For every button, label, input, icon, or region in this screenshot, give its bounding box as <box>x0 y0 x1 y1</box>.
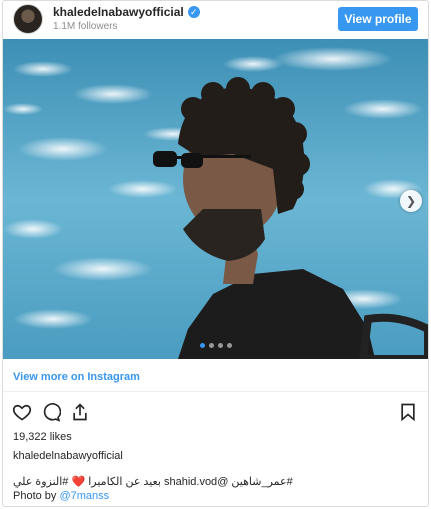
view-profile-button[interactable]: View profile <box>338 7 418 31</box>
caption-text: #عمر_شاهين @shahid.vod بعيد عن الكاميرا … <box>13 476 293 488</box>
post-header: khaledelnabawyofficial ✓ 1.1M followers … <box>3 1 428 39</box>
carousel-next-chevron-right-icon[interactable]: ❯ <box>400 190 422 212</box>
likes-count[interactable]: 19,322 likes <box>13 431 72 443</box>
username[interactable]: khaledelnabawyofficial <box>53 5 184 19</box>
photo-credit: Photo by @7manss <box>13 490 109 502</box>
share-icon[interactable] <box>70 402 90 422</box>
verified-badge-icon: ✓ <box>187 6 200 18</box>
username-row[interactable]: khaledelnabawyofficial ✓ <box>53 5 200 19</box>
photo-credit-handle[interactable]: @7manss <box>59 490 109 502</box>
divider <box>3 391 428 392</box>
comment-icon[interactable] <box>41 402 61 422</box>
post-photo[interactable] <box>3 39 428 359</box>
photo-credit-prefix: Photo by <box>13 490 57 502</box>
carousel-dot <box>208 343 214 348</box>
action-bar <box>12 402 90 422</box>
bookmark-icon[interactable] <box>398 402 418 422</box>
carousel-dot <box>226 343 232 348</box>
carousel-dot <box>199 343 205 348</box>
avatar[interactable] <box>13 4 43 34</box>
followers-count: 1.1M followers <box>53 21 118 32</box>
carousel-dot <box>217 343 223 348</box>
heart-icon[interactable] <box>12 402 32 422</box>
instagram-embed-card: khaledelnabawyofficial ✓ 1.1M followers … <box>2 0 429 507</box>
carousel-indicator <box>3 343 428 348</box>
view-more-link[interactable]: View more on Instagram <box>13 371 140 383</box>
photo-image <box>3 39 428 359</box>
caption-username[interactable]: khaledelnabawyofficial <box>13 450 123 462</box>
